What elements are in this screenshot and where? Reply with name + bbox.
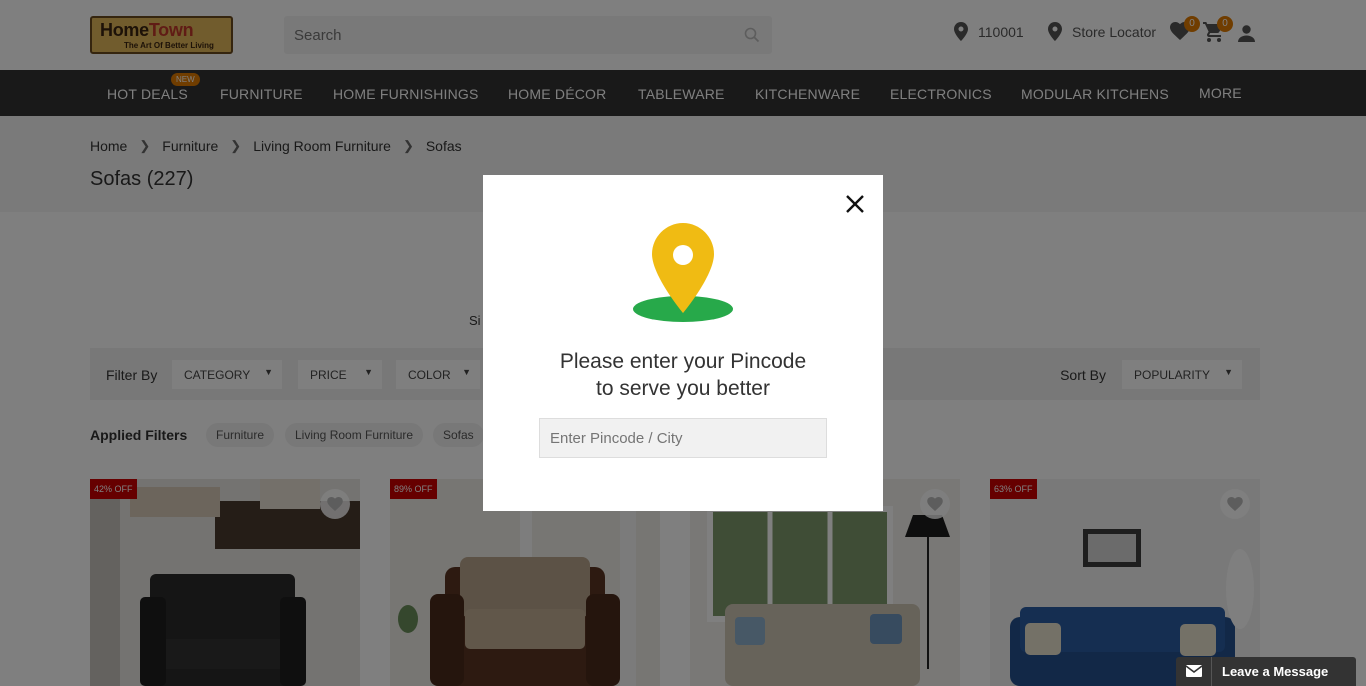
- pincode-input[interactable]: [539, 418, 827, 458]
- pincode-modal: Please enter your Pincode to serve you b…: [483, 175, 883, 511]
- envelope-icon: [1176, 657, 1212, 686]
- pincode-prompt: Please enter your Pincode to serve you b…: [483, 348, 883, 402]
- pincode-prompt-line1: Please enter your Pincode: [559, 350, 807, 373]
- leave-message-widget[interactable]: Leave a Message: [1176, 657, 1356, 686]
- close-icon[interactable]: [844, 193, 866, 215]
- location-pin-illustration: [631, 222, 735, 331]
- pincode-prompt-line2: to serve you better: [596, 377, 770, 400]
- leave-message-label: Leave a Message: [1222, 664, 1329, 679]
